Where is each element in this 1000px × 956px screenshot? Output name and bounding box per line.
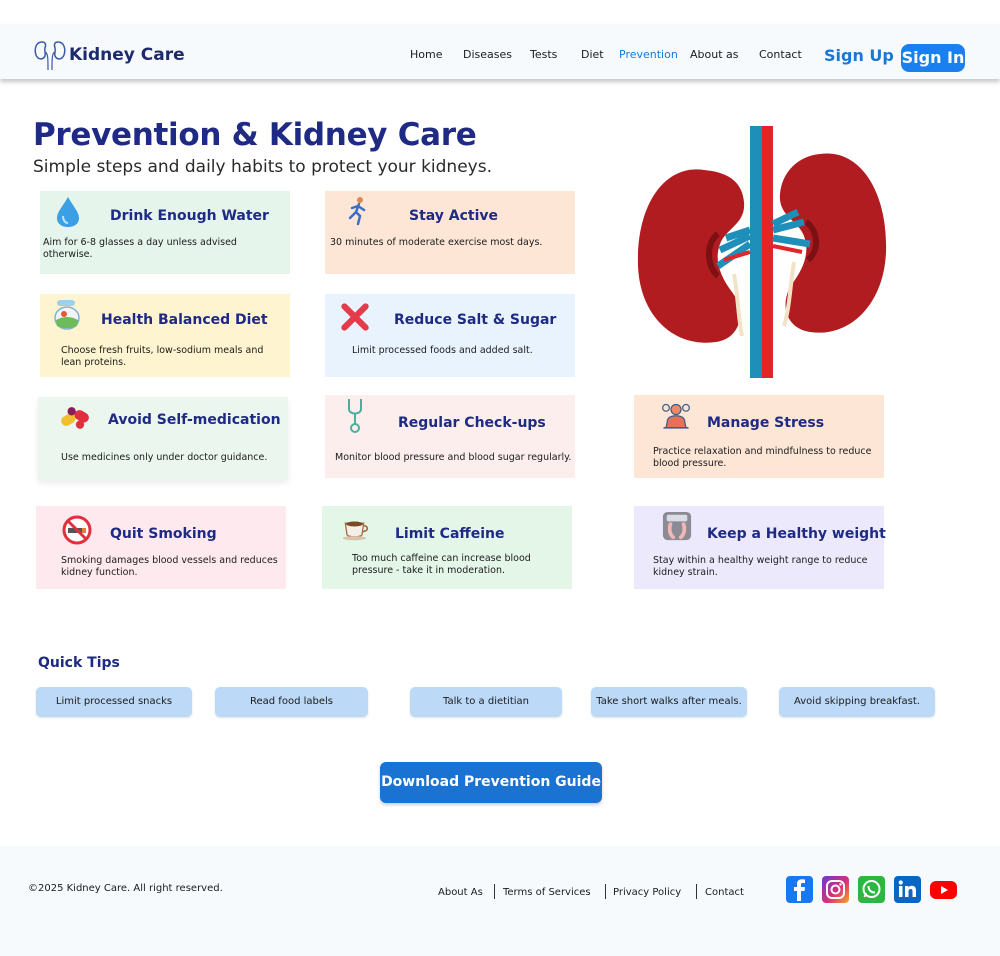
nav-home[interactable]: Home (410, 48, 442, 61)
card-text: Stay within a healthy weight range to re… (653, 555, 868, 578)
card-title: Limit Caffeine (395, 526, 505, 542)
instagram-icon[interactable] (822, 876, 849, 903)
no-smoking-icon (62, 515, 92, 545)
nav-prevention[interactable]: Prevention (619, 48, 678, 61)
card-balanced-diet: Health Balanced Diet Choose fresh fruits… (40, 294, 290, 377)
card-title: Stay Active (409, 208, 499, 224)
card-reduce-salt: Reduce Salt & Sugar Limit processed food… (325, 294, 575, 377)
page-title: Prevention & Kidney Care (33, 117, 477, 153)
card-limit-caffeine: Limit Caffeine Too much caffeine can inc… (322, 506, 572, 589)
card-healthy-weight: Keep a Healthy weight Stay within a heal… (634, 506, 886, 589)
card-drink-water: Drink Enough Water Aim for 6-8 glasses a… (40, 191, 290, 274)
runner-icon (343, 196, 373, 226)
whatsapp-icon[interactable] (858, 876, 885, 903)
card-quit-smoking: Quit Smoking Smoking damages blood vesse… (36, 506, 286, 589)
card-text: 30 minutes of moderate exercise most day… (330, 237, 543, 248)
quick-tip-chip[interactable]: Limit processed snacks (36, 687, 192, 717)
card-stay-active: Stay Active 30 minutes of moderate exerc… (325, 191, 575, 274)
card-text: Monitor blood pressure and blood sugar r… (335, 452, 572, 463)
stethoscope-icon (340, 399, 370, 433)
page: Kidney Care Home Diseases Tests Diet Pre… (0, 0, 1000, 956)
coffee-cup-icon (342, 514, 372, 544)
card-title: Regular Check-ups (398, 415, 546, 431)
nav-tests[interactable]: Tests (530, 48, 557, 61)
quick-tip-chip[interactable]: Take short walks after meals. (591, 687, 747, 717)
navbar: Kidney Care Home Diseases Tests Diet Pre… (0, 24, 1000, 79)
sign-in-button[interactable]: Sign In (901, 44, 965, 72)
facebook-icon[interactable] (786, 876, 813, 903)
footer-divider (605, 884, 606, 899)
kidney-logo-icon (34, 41, 66, 71)
footer-link-terms[interactable]: Terms of Services (503, 887, 591, 898)
footer-divider (494, 884, 495, 899)
card-text: Use medicines only under doctor guidance… (61, 452, 268, 463)
food-icon (52, 299, 82, 330)
card-title: Quit Smoking (110, 526, 217, 542)
sign-up-link[interactable]: Sign Up (824, 46, 894, 65)
quick-tips-title: Quick Tips (38, 655, 120, 671)
card-text: Choose fresh fruits, low-sodium meals an… (61, 345, 264, 368)
card-text: Practice relaxation and mindfulness to r… (653, 446, 872, 469)
meditation-icon (661, 402, 691, 432)
card-manage-stress: Manage Stress Practice relaxation and mi… (634, 395, 884, 478)
card-title: Health Balanced Diet (101, 312, 268, 328)
card-title: Drink Enough Water (110, 208, 269, 224)
nav-diet[interactable]: Diet (581, 48, 604, 61)
card-text: Smoking damages blood vessels and reduce… (61, 555, 278, 578)
copyright-text: ©2025 Kidney Care. All right reserved. (28, 883, 223, 894)
scale-icon (662, 511, 692, 541)
footer: ©2025 Kidney Care. All right reserved. A… (0, 846, 1000, 956)
quick-tip-chip[interactable]: Avoid skipping breakfast. (779, 687, 935, 717)
water-drop-icon (53, 197, 83, 227)
footer-link-about[interactable]: About As (438, 887, 483, 898)
card-title: Avoid Self-medication (108, 412, 281, 428)
card-text: Too much caffeine can increase blood pre… (352, 553, 531, 576)
pills-icon (60, 403, 90, 433)
brand-name: Kidney Care (69, 45, 185, 65)
footer-link-contact[interactable]: Contact (705, 887, 744, 898)
footer-link-privacy[interactable]: Privacy Policy (613, 887, 681, 898)
card-title: Reduce Salt & Sugar (394, 312, 557, 328)
download-guide-button[interactable]: Download Prevention Guide (380, 762, 602, 803)
card-text: Limit processed foods and added salt. (352, 345, 533, 356)
linkedin-icon[interactable] (894, 876, 921, 903)
quick-tip-chip[interactable]: Talk to a dietitian (410, 687, 562, 717)
nav-about[interactable]: About as (690, 48, 739, 61)
page-subtitle: Simple steps and daily habits to protect… (33, 157, 492, 177)
card-title: Manage Stress (707, 415, 825, 431)
cross-icon (340, 302, 370, 332)
nav-diseases[interactable]: Diseases (463, 48, 512, 61)
card-regular-checkups: Regular Check-ups Monitor blood pressure… (325, 395, 575, 478)
kidneys-illustration (637, 126, 887, 378)
nav-contact[interactable]: Contact (759, 48, 802, 61)
card-avoid-self-medication: Avoid Self-medication Use medicines only… (38, 397, 288, 480)
card-title: Keep a Healthy weight (707, 526, 886, 542)
card-text: Aim for 6-8 glasses a day unless advised… (43, 237, 237, 260)
footer-divider (696, 884, 697, 899)
logo[interactable]: Kidney Care (33, 38, 185, 72)
quick-tip-chip[interactable]: Read food labels (215, 687, 368, 717)
youtube-icon[interactable] (929, 876, 958, 903)
